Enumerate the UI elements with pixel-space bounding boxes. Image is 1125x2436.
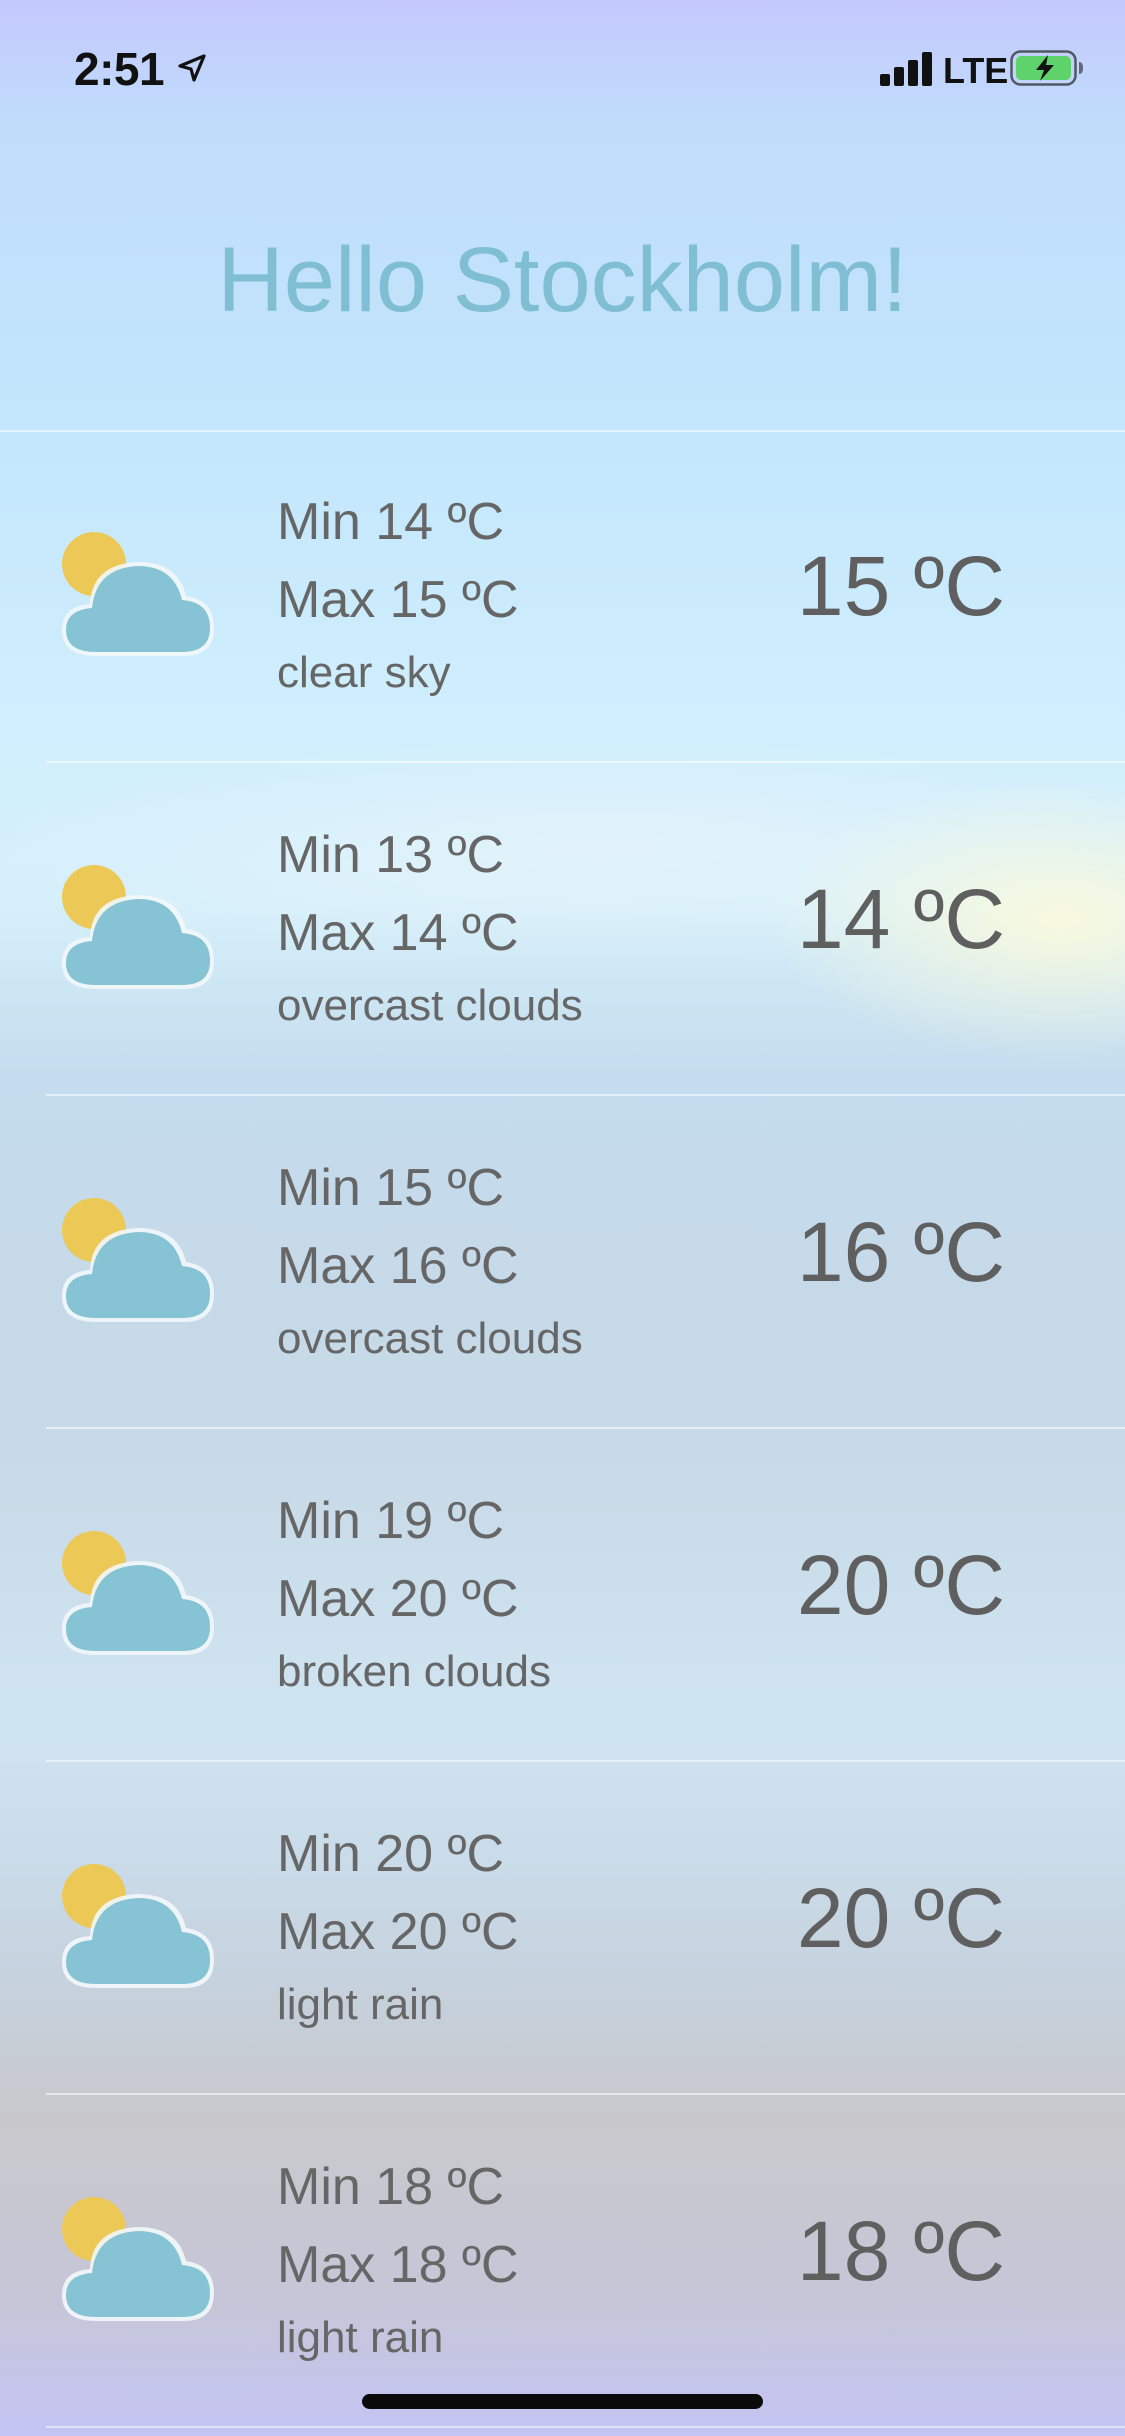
current-temp: 16 ºC: [796, 1205, 1005, 1299]
network-label: LTE: [943, 50, 1009, 91]
cellular-signal-icon: [880, 52, 932, 86]
forecast-row[interactable]: Min 20 ºC Max 20 ºC light rain 20 ºC: [0, 1762, 1125, 2095]
weather-description: clear sky: [277, 648, 451, 697]
page-title: Hello Stockholm!: [217, 229, 908, 331]
forecast-list: Min 14 ºC Max 15 ºC clear sky 15 ºC Min …: [0, 430, 1125, 2428]
status-bar: 2:51 LTE: [0, 0, 1125, 135]
min-temp: Min 18 ºC: [277, 2158, 505, 2216]
weather-description: overcast clouds: [277, 981, 583, 1030]
partly-cloudy-icon: [62, 1531, 214, 1655]
max-temp: Max 20 ºC: [277, 1570, 519, 1628]
location-arrow-icon: [178, 54, 206, 82]
partly-cloudy-icon: [62, 532, 214, 656]
max-temp: Max 20 ºC: [277, 1903, 519, 1961]
current-temp: 18 ºC: [796, 2204, 1005, 2298]
forecast-row[interactable]: Min 15 ºC Max 16 ºC overcast clouds 16 º…: [0, 1096, 1125, 1429]
partly-cloudy-icon: [62, 1864, 214, 1988]
current-temp: 15 ºC: [796, 539, 1005, 633]
max-temp: Max 18 ºC: [277, 2236, 519, 2294]
forecast-row[interactable]: Min 18 ºC Max 18 ºC light rain 18 ºC: [0, 2095, 1125, 2428]
home-indicator[interactable]: [362, 2394, 763, 2409]
max-temp: Max 15 ºC: [277, 571, 519, 629]
partly-cloudy-icon: [62, 2197, 214, 2321]
partly-cloudy-icon: [62, 865, 214, 989]
current-temp: 20 ºC: [796, 1871, 1005, 1965]
weather-description: light rain: [277, 2313, 444, 2362]
min-temp: Min 19 ºC: [277, 1492, 505, 1550]
max-temp: Max 14 ºC: [277, 904, 519, 962]
min-temp: Min 20 ºC: [277, 1825, 505, 1883]
current-temp: 14 ºC: [796, 872, 1005, 966]
min-temp: Min 14 ºC: [277, 493, 505, 551]
partly-cloudy-icon: [62, 1198, 214, 1322]
status-time: 2:51: [74, 43, 165, 95]
min-temp: Min 15 ºC: [277, 1159, 505, 1217]
min-temp: Min 13 ºC: [277, 826, 505, 884]
forecast-row[interactable]: Min 19 ºC Max 20 ºC broken clouds 20 ºC: [0, 1429, 1125, 1762]
current-temp: 20 ºC: [796, 1538, 1005, 1632]
weather-description: light rain: [277, 1980, 444, 2029]
forecast-row[interactable]: Min 13 ºC Max 14 ºC overcast clouds 14 º…: [0, 763, 1125, 1096]
max-temp: Max 16 ºC: [277, 1237, 519, 1295]
battery-charging-icon: [1010, 50, 1083, 86]
weather-description: broken clouds: [277, 1647, 551, 1696]
weather-description: overcast clouds: [277, 1314, 583, 1363]
forecast-row[interactable]: Min 14 ºC Max 15 ºC clear sky 15 ºC: [0, 430, 1125, 763]
